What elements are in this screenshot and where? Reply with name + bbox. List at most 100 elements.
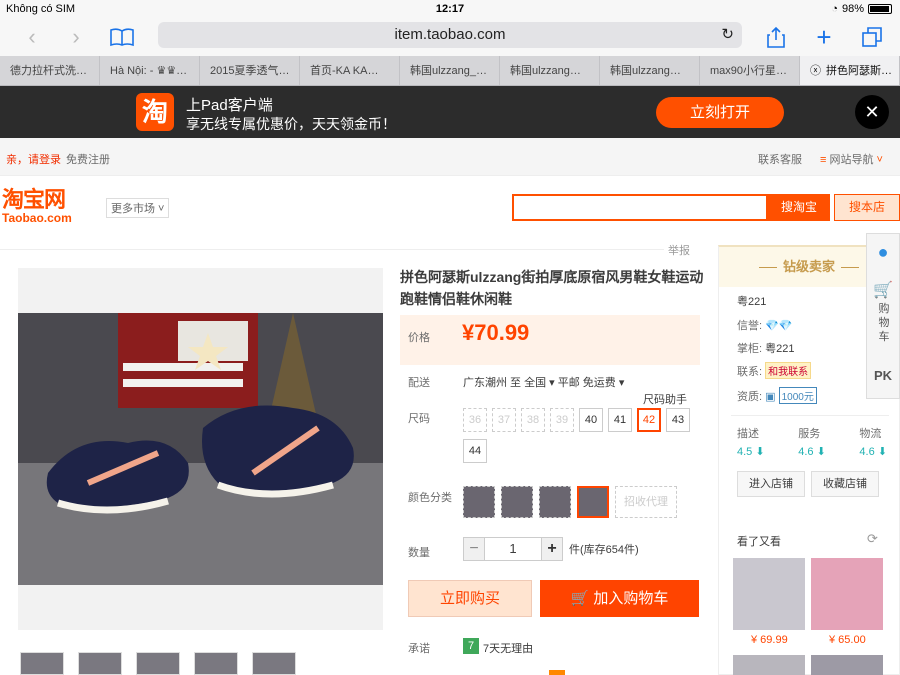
search-store-button[interactable]: 搜本店 — [834, 194, 900, 221]
share-icon[interactable] — [762, 24, 790, 50]
app-banner: 淘 上Pad客户端 享无线专属优惠价，天天领金币！ 立刻打开 ✕ — [0, 86, 900, 138]
site-navigation-label: 网站导航 — [829, 154, 874, 166]
divider — [731, 415, 889, 416]
taobao-logo[interactable]: 淘宝网 Taobao.com — [2, 188, 72, 225]
browser-tab[interactable]: 韩国ulzzang… — [500, 56, 600, 85]
assistant-icon[interactable]: ● — [867, 242, 899, 263]
favorite-store-button[interactable]: 收藏店铺 — [811, 471, 879, 497]
product-main-image[interactable] — [18, 313, 383, 585]
browser-tab[interactable]: Hà Nội: - ♛♛… — [100, 56, 200, 85]
size-option-selected[interactable]: 42 — [637, 408, 661, 432]
score-label: 服务 — [798, 428, 821, 440]
cart-link[interactable]: 购物车 — [878, 302, 890, 344]
price-value: ¥70.99 — [462, 320, 530, 345]
qualification-label: 资质: — [737, 391, 763, 403]
browser-tab[interactable]: 2015夏季透气… — [200, 56, 300, 85]
color-swatch[interactable] — [463, 486, 495, 518]
seller-name[interactable]: 粤221 — [737, 293, 766, 309]
search-input[interactable] — [512, 194, 768, 221]
url-text: item.taobao.com — [394, 26, 506, 43]
bookmarks-icon[interactable] — [108, 24, 136, 50]
color-swatch[interactable] — [501, 486, 533, 518]
more-market-dropdown[interactable]: 更多市场 ˅ — [106, 198, 170, 218]
promise-text: 7天无理由 — [483, 643, 534, 655]
size-option[interactable]: 39 — [550, 408, 574, 432]
forward-icon[interactable]: › — [62, 24, 90, 50]
thumbnail[interactable] — [136, 652, 180, 675]
credit-label: 信誉: — [737, 320, 763, 332]
size-helper-link[interactable]: 尺码助手 — [643, 391, 687, 407]
open-app-button[interactable]: 立刻打开 — [656, 97, 784, 128]
buy-now-button[interactable]: 立即购买 — [408, 580, 532, 617]
recommended-item-image[interactable] — [811, 558, 883, 630]
score-label: 描述 — [737, 428, 759, 440]
enter-store-button[interactable]: 进入店铺 — [737, 471, 805, 497]
stock-text: 件(库存654件) — [569, 544, 639, 556]
refresh-icon[interactable]: ⟳ — [867, 531, 878, 547]
orientation-lock-icon: ◔ — [831, 3, 838, 15]
cart-icon[interactable]: 🛒 — [867, 280, 899, 300]
recommended-item-image[interactable] — [733, 558, 805, 630]
search-taobao-button[interactable]: 搜淘宝 — [768, 194, 830, 221]
quantity-minus-button[interactable]: − — [463, 537, 485, 561]
thumbnail[interactable] — [194, 652, 238, 675]
browser-tab-active[interactable]: ⓧ 拼色阿瑟斯… — [800, 56, 900, 85]
url-bar[interactable]: item.taobao.com ↻ — [158, 22, 742, 48]
close-tab-icon[interactable]: ⓧ — [810, 56, 821, 85]
browser-tab[interactable]: 韩国ulzzang… — [600, 56, 700, 85]
size-option[interactable]: 36 — [463, 408, 487, 432]
size-option[interactable]: 43 — [666, 408, 690, 432]
color-swatch[interactable] — [539, 486, 571, 518]
size-option[interactable]: 41 — [608, 408, 632, 432]
site-top-nav: 亲，请登录 免费注册 联系客服 ≡ 网站导航 ˅ — [0, 138, 900, 176]
recommended-item-image[interactable] — [733, 655, 805, 675]
seller-scores: 描述 4.5 ⬇ 服务 4.6 ⬇ 物流 4.6 ⬇ — [737, 425, 887, 458]
tabs-overview-icon[interactable] — [858, 24, 886, 50]
product-title: 拼色阿瑟斯ulzzang街拍厚底原宿风男鞋女鞋运动跑鞋情侣鞋休闲鞋 — [400, 269, 704, 307]
site-navigation-menu[interactable]: ≡ 网站导航 ˅ — [820, 151, 883, 167]
deposit-badge[interactable]: 1000元 — [778, 387, 817, 404]
login-link[interactable]: 亲，请登录 — [6, 151, 61, 167]
score-service: 服务 4.6 ⬇ — [798, 425, 826, 458]
recommended-item-price: ¥ 65.00 — [829, 634, 866, 646]
browser-tab[interactable]: max90小行星… — [700, 56, 800, 85]
quantity-input[interactable]: 1 — [485, 537, 541, 561]
pk-button[interactable]: PK — [867, 368, 899, 383]
add-to-cart-button[interactable]: 🛒 加入购物车 — [540, 580, 699, 617]
thumbnail-strip — [20, 652, 296, 675]
thumbnail[interactable] — [20, 652, 64, 675]
score-label: 物流 — [859, 428, 882, 440]
browser-tab[interactable]: 韩国ulzzang_… — [400, 56, 500, 85]
size-option[interactable]: 40 — [579, 408, 603, 432]
status-right: ◔ 98% — [831, 3, 892, 15]
new-tab-icon[interactable]: + — [810, 22, 838, 52]
promise-label: 承诺 — [408, 643, 430, 655]
close-banner-icon[interactable]: ✕ — [855, 95, 889, 129]
thumbnail[interactable] — [78, 652, 122, 675]
tab-strip: 德力拉杆式洗… Hà Nội: - ♛♛… 2015夏季透气… 首页-KA KA… — [0, 56, 900, 86]
report-link[interactable]: 举报 — [668, 242, 690, 258]
color-swatch-selected[interactable] — [577, 486, 609, 518]
add-to-cart-label: 加入购物车 — [593, 590, 669, 607]
recommended-item-image[interactable] — [811, 655, 883, 675]
quantity-plus-button[interactable]: + — [541, 537, 563, 561]
size-option[interactable]: 37 — [492, 408, 516, 432]
quantity-label: 数量 — [408, 547, 430, 559]
service-icon — [549, 670, 565, 675]
agent-recruit-option[interactable]: 招收代理 — [615, 486, 677, 518]
size-option[interactable]: 44 — [463, 439, 487, 463]
register-link[interactable]: 免费注册 — [66, 151, 110, 167]
price-box: 价格 ¥70.99 — [400, 315, 700, 365]
shipping-selector[interactable]: 广东潮州 至 全国 ▾ 平邮 免运费 ▾ — [463, 374, 624, 390]
more-market-label: 更多市场 — [111, 203, 155, 215]
browser-tab[interactable]: 德力拉杆式洗… — [0, 56, 100, 85]
quantity-stepper: − 1 + 件(库存654件) — [463, 537, 639, 561]
size-option[interactable]: 38 — [521, 408, 545, 432]
back-icon[interactable]: ‹ — [18, 24, 46, 50]
taobao-app-icon: 淘 — [136, 93, 174, 131]
reload-icon[interactable]: ↻ — [721, 22, 734, 48]
thumbnail[interactable] — [252, 652, 296, 675]
contact-seller-button[interactable]: 和我联系 — [765, 362, 812, 379]
customer-service-link[interactable]: 联系客服 — [758, 151, 802, 167]
browser-tab[interactable]: 首页-KA KA… — [300, 56, 400, 85]
